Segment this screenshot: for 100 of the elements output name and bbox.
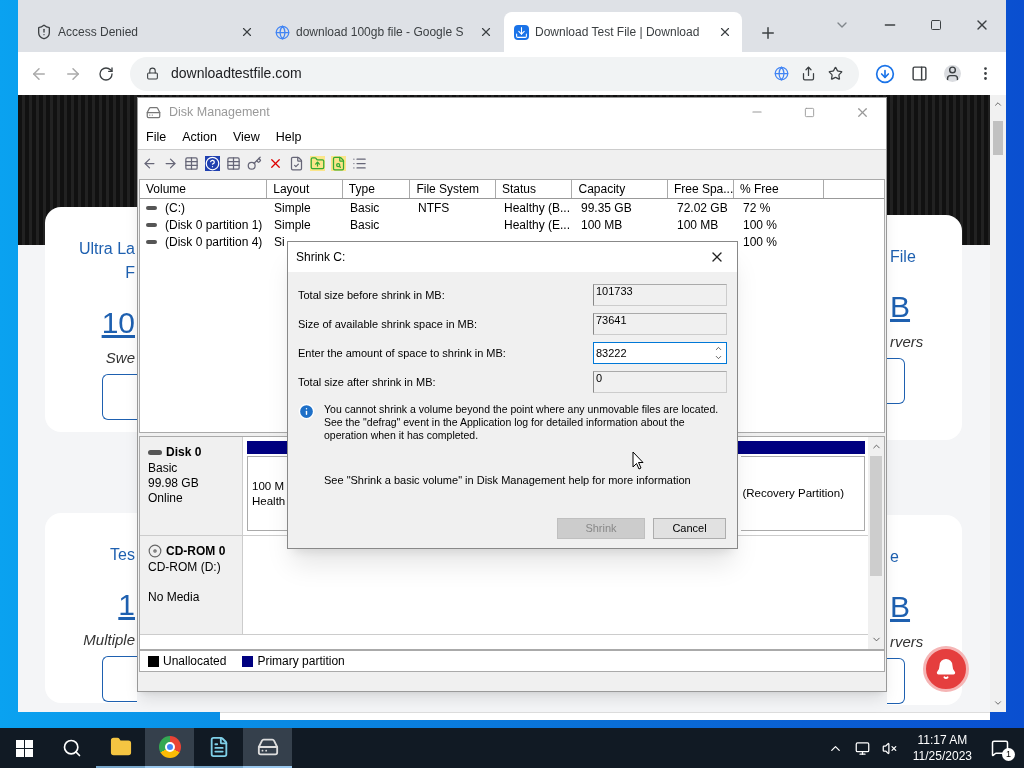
card-tagline: Swe (105, 348, 135, 368)
spin-up-icon[interactable] (714, 344, 723, 353)
card-title: F (125, 263, 135, 283)
taskbar-app[interactable] (145, 728, 194, 768)
menu-item[interactable]: File (146, 128, 167, 147)
disk-detail: 99.98 GB (148, 476, 200, 491)
table-cell: Healthy (E... (504, 216, 571, 233)
clock-time: 11:17 AM (917, 732, 968, 748)
table-cell: Si (274, 233, 285, 250)
table-icon[interactable] (226, 155, 241, 171)
address-bar[interactable]: downloadtestfile.com (130, 56, 859, 91)
help-text: See "Shrink a basic volume" in Disk Management help for more information (323, 473, 692, 488)
field-label: Size of available shrink space in MB: (298, 316, 479, 332)
card-size-link[interactable]: B (890, 587, 910, 627)
field-label: Total size after shrink in MB: (298, 374, 437, 390)
reload-icon[interactable] (98, 65, 114, 82)
new-tab-icon[interactable] (759, 24, 777, 42)
share-icon[interactable] (801, 66, 816, 81)
table-cell: 100 MB (581, 216, 623, 233)
table-cell: Basic (350, 199, 380, 216)
bell-icon (935, 658, 957, 680)
column-header[interactable]: % Free (733, 180, 825, 198)
key-icon[interactable] (247, 155, 262, 171)
back-icon[interactable] (142, 155, 157, 171)
table-cell: Basic (350, 216, 380, 233)
column-header[interactable]: File System (410, 180, 496, 198)
close-icon[interactable] (479, 25, 493, 39)
partition-box[interactable]: (Recovery Partition) (741, 456, 865, 531)
browser-tab[interactable]: download 100gb file - Google S (265, 12, 503, 52)
maximize-icon[interactable] (930, 19, 942, 31)
card-size-link[interactable]: B (890, 287, 910, 327)
number-input[interactable]: 83222 (593, 342, 727, 364)
info-message: You cannot shrink a volume beyond the point where any unmovable files are located. See the "defrag" event in the Application log for detailed information about the operation when it has completed. (324, 403, 720, 442)
disc-icon (148, 544, 162, 558)
menu-item[interactable]: Action (182, 128, 217, 147)
table-cell: NTFS (418, 199, 450, 216)
column-header[interactable]: Volume (140, 180, 268, 198)
input-value: 83222 (595, 345, 628, 361)
bookmark-icon[interactable] (828, 66, 843, 81)
field-label: Total size before shrink in MB: (298, 287, 446, 303)
column-header[interactable]: Type (342, 180, 411, 198)
card-title: Ultra La (78, 239, 135, 259)
side-panel-icon[interactable] (911, 65, 928, 82)
table-icon[interactable] (184, 155, 199, 171)
volume-muted-icon[interactable] (881, 740, 897, 756)
disk-detail: Online (148, 491, 184, 506)
forward-icon[interactable] (163, 155, 178, 171)
folder-up-icon[interactable] (310, 155, 325, 171)
disk-info-panel[interactable]: CD-ROM 0 CD-ROM (D:) No Media (140, 536, 243, 634)
browser-tab[interactable]: Access Denied (26, 12, 264, 52)
document-check-icon[interactable] (289, 155, 304, 171)
url-text: downloadtestfile.com (171, 64, 303, 83)
download-icon (514, 24, 529, 40)
menu-item[interactable]: Help (275, 128, 302, 147)
readonly-field: 0 (593, 371, 727, 393)
menu-item[interactable]: View (232, 128, 260, 147)
disk-detail: No Media (148, 590, 201, 605)
partition-label: Health (252, 493, 287, 509)
table-cell: 100 % (743, 233, 778, 250)
lock-icon (146, 67, 159, 80)
dialog-button[interactable]: Cancel (653, 517, 726, 539)
card-size-link[interactable]: 10 (101, 303, 135, 343)
download-icon[interactable] (875, 63, 895, 84)
column-header[interactable]: Capacity (572, 180, 668, 198)
readonly-field: 73641 (593, 313, 727, 335)
profile-icon[interactable] (944, 65, 961, 82)
notification-button[interactable]: 1 (976, 728, 1024, 768)
info-icon (298, 403, 315, 420)
card-tagline: rvers (890, 332, 924, 352)
spin-down-icon[interactable] (714, 353, 723, 362)
column-header[interactable]: Layout (267, 180, 343, 198)
field-label: Enter the amount of space to shrink in MB: (298, 345, 507, 361)
card-size-link[interactable]: 1 (118, 585, 135, 625)
legend-label: Primary partition (257, 653, 345, 670)
help-icon[interactable] (205, 155, 220, 171)
disk-info-panel[interactable]: Disk 0 Basic 99.98 GB Online (140, 437, 243, 535)
tab-title: Access Denied (58, 24, 140, 41)
close-icon[interactable] (240, 25, 254, 39)
clock-date: 11/25/2023 (912, 748, 972, 764)
column-header[interactable]: Status (495, 180, 573, 198)
card-title: File (890, 247, 916, 267)
scroll-down-icon[interactable] (993, 698, 1003, 708)
document-search-icon[interactable] (331, 155, 346, 171)
close-icon[interactable] (718, 25, 732, 39)
scrollbar-thumb[interactable] (993, 121, 1003, 155)
card-title: e (890, 547, 899, 567)
clock[interactable]: 11:17 AM 11/25/2023 (908, 732, 976, 764)
chrome-icon (158, 736, 181, 758)
table-cell: 100 % (743, 216, 778, 233)
column-header[interactable]: Free Spa... (667, 180, 734, 198)
tab-title: download 100gb file - Google S (296, 24, 465, 41)
folder-icon (109, 736, 132, 758)
taskbar-app[interactable] (243, 728, 292, 768)
globe-icon[interactable] (774, 66, 789, 81)
scroll-up-icon[interactable] (993, 99, 1003, 109)
readonly-field: 101733 (593, 284, 727, 306)
list-icon[interactable] (352, 155, 367, 171)
browser-tab[interactable]: Download Test File | Download (504, 12, 742, 52)
network-icon[interactable] (854, 740, 870, 756)
notification-count: 1 (1002, 748, 1015, 761)
